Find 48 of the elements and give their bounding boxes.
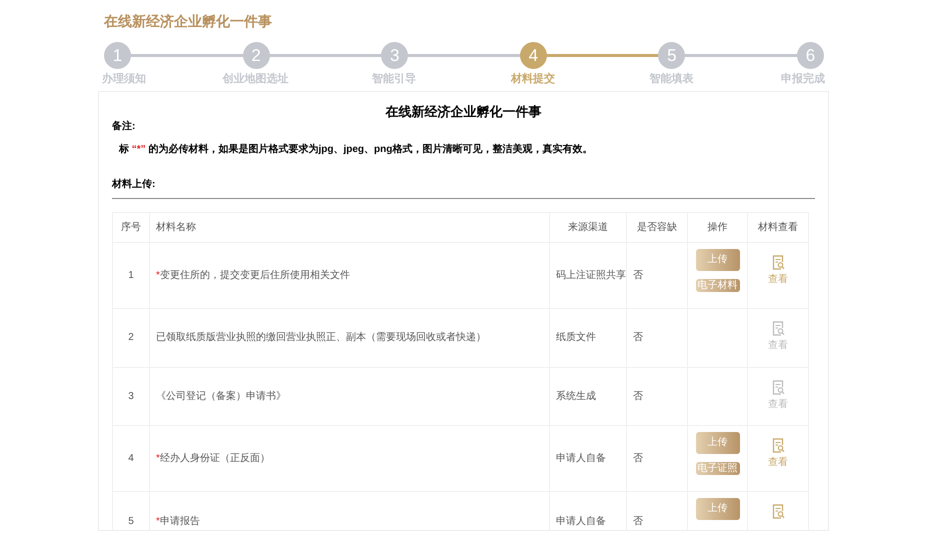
note-label: 备注: (112, 119, 136, 134)
step-label: 创业地图选址 (222, 72, 289, 87)
table-cell: 否 (626, 425, 688, 491)
column-header: 来源渠道 (550, 212, 626, 242)
table-cell: 申请人自备 (550, 425, 626, 491)
upload-button[interactable]: 上传 (696, 498, 740, 520)
table-cell: 否 (626, 242, 688, 308)
step-label: 办理须知 (102, 72, 146, 87)
material-tag[interactable]: 电子证照 (696, 462, 740, 474)
document-search-icon[interactable] (772, 320, 784, 336)
section-label: 材料上传: (112, 178, 156, 192)
table-cell: *经办人身份证（正反面） (150, 425, 550, 491)
column-header: 材料名称 (150, 212, 550, 242)
column-header: 材料查看 (748, 212, 808, 242)
document-search-icon[interactable] (772, 254, 784, 270)
document-search-icon[interactable] (772, 380, 784, 394)
step-label: 智能填表 (649, 72, 694, 87)
view-link[interactable]: 查看 (768, 396, 788, 412)
table-cell: 3 (112, 367, 150, 425)
column-header: 是否容缺 (626, 212, 688, 242)
step-label: 材料提交 (510, 72, 555, 87)
upload-button[interactable]: 上传 (696, 248, 740, 270)
table-cell: 已领取纸质版营业执照的缴回营业执照正、副本（需要现场回收或者快递） (150, 308, 550, 367)
column-header: 操作 (688, 212, 748, 242)
view-link[interactable]: 查看 (768, 272, 788, 286)
document-search-icon[interactable] (772, 504, 784, 518)
table-cell: 5 (112, 491, 150, 530)
document-search-icon[interactable] (772, 438, 784, 452)
upload-button[interactable]: 上传 (696, 432, 740, 454)
step-label: 申报完成 (781, 72, 825, 87)
table-cell: 1 (112, 242, 150, 308)
step-label: 智能引导 (372, 72, 416, 87)
page-title: 在线新经济企业孵化一件事 (104, 12, 272, 31)
note-text: 标 “*” 的为必传材料，如果是图片格式要求为jpg、jpeg、png格式，图片清晰可见，整洁美观，真实有效。 (118, 142, 592, 156)
view-link[interactable]: 查看 (768, 454, 788, 470)
table-cell: 码上注证照共享 (550, 242, 626, 308)
table-cell: 系统生成 (550, 367, 626, 425)
table-cell: 否 (626, 367, 688, 425)
table-cell: 《公司登记（备案）申请书》 (150, 367, 550, 425)
material-tag[interactable]: 电子材料 (696, 278, 740, 292)
table-cell: 4 (112, 425, 150, 491)
view-link[interactable]: 查看 (768, 338, 788, 352)
table-cell: 纸质文件 (550, 308, 626, 367)
column-header: 序号 (112, 212, 150, 242)
table-cell: 否 (626, 308, 688, 367)
table-cell: *变更住所的，提交变更后住所使用相关文件 (150, 242, 550, 308)
card-title: 在线新经济企业孵化一件事 (386, 103, 542, 121)
table-cell: 2 (112, 308, 150, 367)
